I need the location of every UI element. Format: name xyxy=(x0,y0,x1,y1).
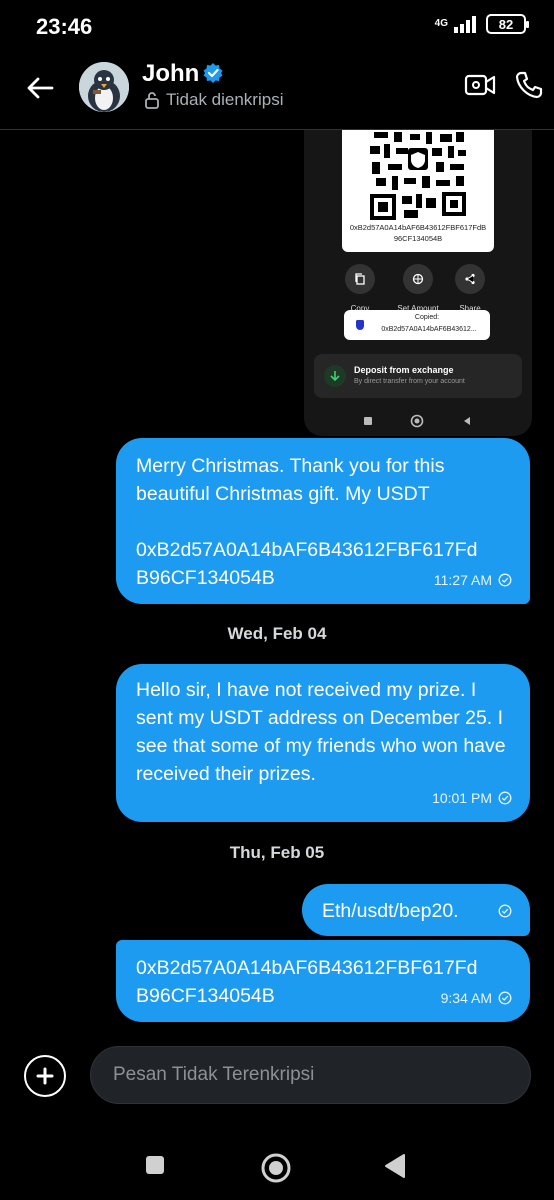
home-circle-icon xyxy=(261,1153,291,1183)
message-meta: 9:34 AM xyxy=(441,984,512,1012)
message-time: 9:34 AM xyxy=(440,990,492,1006)
message-meta: 11:27 AM xyxy=(434,566,512,594)
date-separator: Wed, Feb 04 xyxy=(227,624,327,643)
message-meta: 10:01 PM xyxy=(432,784,512,812)
screenshot-nav-bar xyxy=(364,414,470,428)
plus-icon xyxy=(36,1067,54,1085)
copy-icon xyxy=(355,273,365,285)
video-call-button[interactable] xyxy=(464,72,496,103)
message-bubble[interactable]: Hello sir, I have not received my prize.… xyxy=(116,664,530,822)
home-button[interactable] xyxy=(260,1152,292,1184)
message-text: Eth/usdt/bep20. xyxy=(322,900,459,922)
square-icon xyxy=(146,1156,164,1174)
shield-icon xyxy=(356,320,364,330)
share-action: Share xyxy=(440,264,500,313)
set-amount-action: Set Amount xyxy=(388,264,448,313)
phone-icon xyxy=(515,71,543,99)
message-text: Hello sir, I have not received my prize.… xyxy=(136,679,512,785)
copied-toast: Copied: 0xB2d57A0A14bAF6B43612... xyxy=(344,310,490,340)
message-bubble[interactable]: 0xB2d57A0A14bAF6B43612FBF617Fd B96CF1340… xyxy=(116,940,530,1022)
toast-address: 0xB2d57A0A14bAF6B43612... xyxy=(381,326,477,333)
toast-title: Copied: xyxy=(414,314,440,321)
message-bubble[interactable]: Merry Christmas. Thank you for this beau… xyxy=(116,438,530,604)
lock-icon xyxy=(145,92,159,109)
signal-icon xyxy=(454,16,476,33)
status-icons: 4G 82 xyxy=(434,14,529,34)
check-circle-icon xyxy=(498,573,512,587)
date-separator: Thu, Feb 05 xyxy=(229,843,325,862)
check-circle-icon xyxy=(498,904,512,918)
penguin-avatar-icon xyxy=(79,62,129,112)
battery-icon: 82 xyxy=(486,14,529,34)
verified-badge-icon xyxy=(203,63,223,83)
network-type: 4G xyxy=(434,18,448,29)
arrow-left-icon xyxy=(27,77,54,99)
add-attachment-button[interactable] xyxy=(24,1055,66,1097)
system-nav-bar xyxy=(0,1140,554,1200)
encryption-status: Tidak dienkripsi xyxy=(144,90,283,110)
message-composer[interactable]: Pesan Tidak Terenkripsi xyxy=(90,1046,531,1104)
check-circle-icon xyxy=(498,991,512,1005)
shared-screenshot[interactable]: 0xB2d57A0A14bAF6B43612FBF617FdB96CF13405… xyxy=(304,130,532,436)
copy-action: Copy xyxy=(330,264,390,313)
message-input[interactable]: Pesan Tidak Terenkripsi xyxy=(113,1064,314,1086)
message-time: 11:27 AM xyxy=(433,572,492,588)
deposit-card: Deposit from exchange By direct transfer… xyxy=(314,354,522,398)
arrow-down-icon xyxy=(330,371,340,382)
qr-address: 0xB2d57A0A14bAF6B43612FBF617FdB96CF13405… xyxy=(349,223,487,243)
check-circle-icon xyxy=(498,791,512,805)
back-nav-button[interactable] xyxy=(382,1152,408,1180)
back-button[interactable] xyxy=(20,68,60,108)
deposit-subtitle: By direct transfer from your account xyxy=(354,378,465,385)
video-camera-icon xyxy=(464,74,496,96)
encryption-label: Tidak dienkripsi xyxy=(166,90,284,109)
share-icon xyxy=(465,273,475,285)
target-icon xyxy=(412,273,424,285)
message-time: 10:01 PM xyxy=(432,790,492,806)
triangle-back-icon xyxy=(385,1154,405,1178)
avatar[interactable] xyxy=(79,62,129,112)
contact-name[interactable]: John xyxy=(142,60,199,88)
qr-code-icon xyxy=(370,132,466,220)
chat-header: John Tidak dienkripsi xyxy=(0,52,554,130)
message-bubble[interactable]: Eth/usdt/bep20. xyxy=(302,884,530,936)
qr-card: 0xB2d57A0A14bAF6B43612FBF617FdB96CF13405… xyxy=(342,130,494,252)
deposit-title: Deposit from exchange xyxy=(354,365,454,375)
status-bar: 23:46 4G 82 xyxy=(0,0,554,52)
recents-button[interactable] xyxy=(142,1152,168,1178)
status-time: 23:46 xyxy=(36,14,93,39)
voice-call-button[interactable] xyxy=(514,70,544,105)
